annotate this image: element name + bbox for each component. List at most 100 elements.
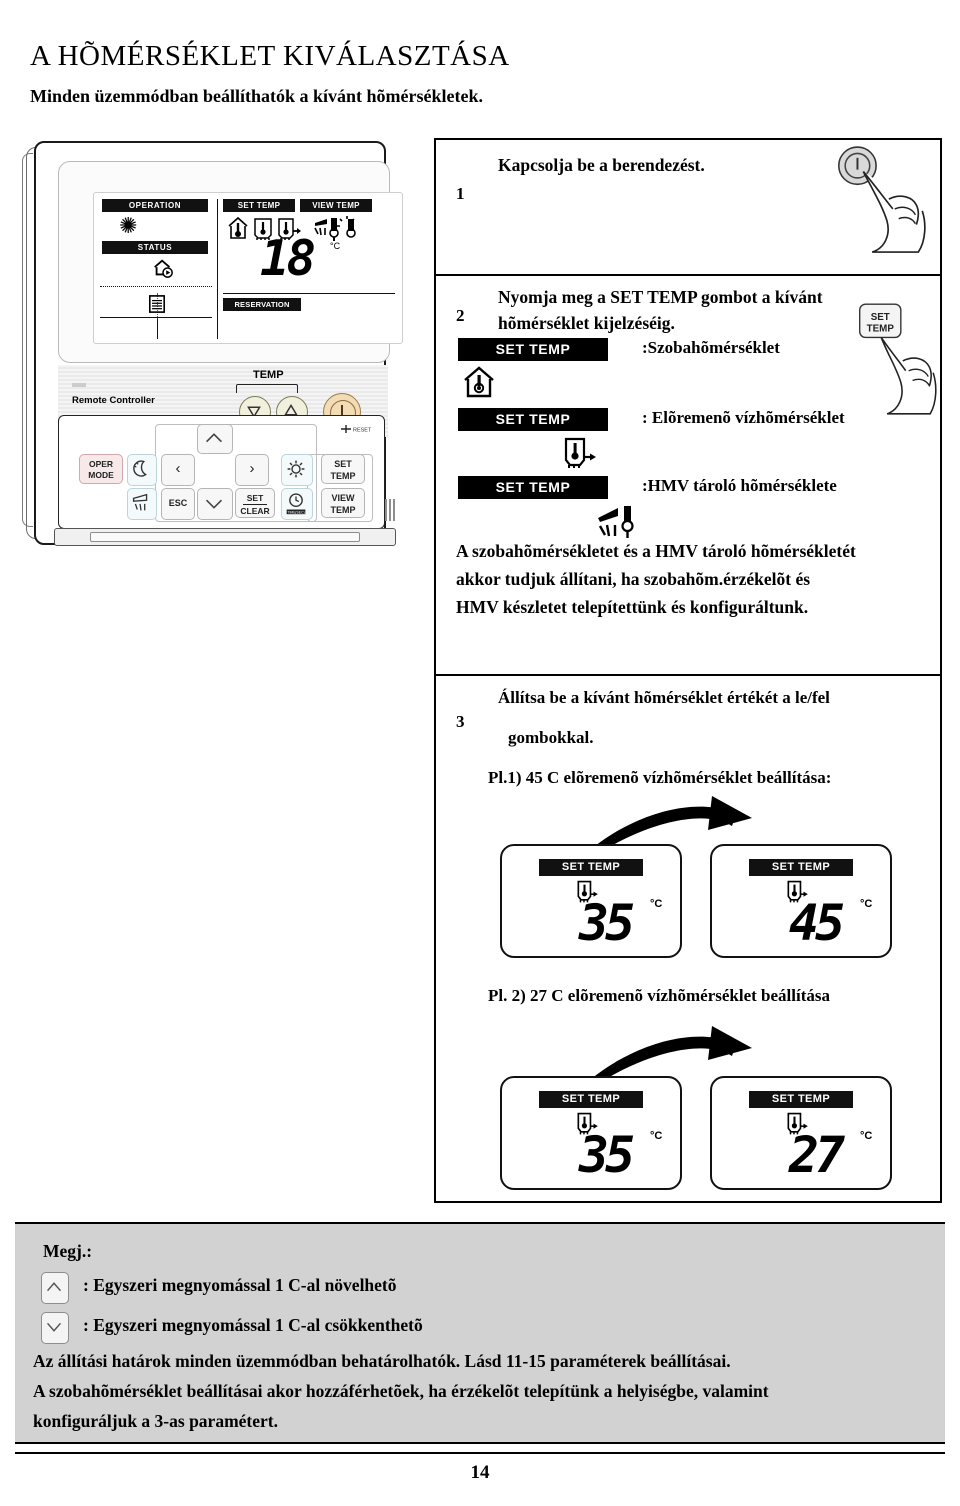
lcd-reservation-label: RESERVATION	[223, 298, 301, 311]
step-2-row: 2 Nyomja meg a SET TEMP gombot a kívánt …	[436, 276, 940, 676]
chevron-up-icon[interactable]	[41, 1272, 69, 1304]
example-1-after-bar: SET TEMP	[749, 859, 853, 876]
hot-water-button[interactable]	[127, 488, 157, 520]
right-button[interactable]: ›	[235, 454, 269, 486]
set-temp-label-2: TEMP	[330, 471, 356, 481]
set-temp-badge-room: SET TEMP	[458, 338, 608, 361]
keypad: RESET OPER MODE ‹ ESC › SET CLEAR TIME(S…	[58, 415, 385, 529]
remote-display-housing: OPERATION ✺ STATUS SET TEMP VIEW TEMP °C…	[58, 161, 403, 363]
svg-text:SET: SET	[871, 312, 890, 323]
esc-button[interactable]: ESC	[161, 488, 195, 520]
water-temp-desc: : Elõremenõ vízhõmérséklet	[642, 408, 845, 427]
speaker-slot	[72, 383, 86, 387]
outgoing-water-thermometer-icon	[560, 436, 600, 470]
step-3-number: 3	[456, 712, 465, 731]
step-2-footnote-line2: akkor tudjuk állítani, ha szobahõm.érzék…	[456, 569, 811, 589]
svg-text:TEMP: TEMP	[867, 324, 895, 335]
notes-title: Megj.:	[43, 1241, 93, 1261]
set-temp-button-press-icon: SET TEMP	[846, 294, 940, 422]
notes-panel: Megj.: : Egyszeri megnyomással 1 C-al nö…	[15, 1222, 945, 1444]
example-1-caption: Pl.1) 45 C elõremenõ vízhõmérséklet beál…	[488, 768, 832, 787]
right-icon: ›	[249, 460, 255, 477]
left-icon: ‹	[175, 460, 181, 477]
settings-button[interactable]	[281, 454, 313, 486]
notes-line-3: konfiguráljuk a 3-as paramétert.	[33, 1411, 278, 1431]
example-1-before-display: SET TEMP 35 °C	[500, 844, 682, 958]
reset-icon[interactable]: RESET	[339, 424, 379, 434]
step-2-text-line1: Nyomja meg a SET TEMP gombot a kívánt	[498, 287, 823, 307]
left-button[interactable]: ‹	[161, 454, 195, 486]
notes-down-text: : Egyszeri megnyomással 1 C-al csökkenth…	[83, 1315, 423, 1335]
example-1-before-bar: SET TEMP	[539, 859, 643, 876]
set-temp-badge-water: SET TEMP	[458, 408, 608, 431]
example-2-before-value: 35	[578, 1126, 635, 1184]
example-2-before-bar: SET TEMP	[539, 1091, 643, 1108]
lcd-operation-label: OPERATION	[102, 199, 208, 212]
notes-line-1: Az állítási határok minden üzemmódban be…	[33, 1351, 731, 1371]
page-number: 14	[470, 1462, 490, 1483]
example-2-after-display: SET TEMP 27 °C	[710, 1076, 892, 1190]
power-button-press-icon	[828, 144, 936, 262]
down-button[interactable]	[197, 488, 233, 520]
example-1-after-display: SET TEMP 45 °C	[710, 844, 892, 958]
esc-label: ESC	[168, 498, 188, 508]
set-clear-button[interactable]: SET CLEAR	[235, 488, 275, 518]
step-1-text: Kapcsolja be a berendezést.	[498, 155, 705, 175]
step-1-row: 1 Kapcsolja be a berendezést.	[436, 140, 940, 276]
svg-text:RESET: RESET	[353, 428, 372, 434]
lcd-divider-lower	[100, 317, 212, 318]
room-temp-desc: :Szobahõmérséklet	[642, 338, 780, 357]
lcd-unit-label: °C	[330, 241, 341, 251]
example-2-after-bar: SET TEMP	[749, 1091, 853, 1108]
example-1-before-unit: °C	[650, 898, 663, 910]
step-3-row: 3 Állítsa be a kívánt hõmérséklet értéké…	[436, 676, 940, 1201]
oper-mode-label-2: MODE	[88, 470, 114, 480]
snowflake-icon: ✺	[119, 213, 138, 238]
lcd-temperature-value: 18	[260, 230, 316, 287]
lcd-divider-vertical	[217, 199, 218, 339]
step-3-text-line2: gombokkal.	[508, 728, 594, 747]
up-button[interactable]	[197, 424, 233, 454]
steps-panel: 1 Kapcsolja be a berendezést. 2 Nyomja m…	[434, 138, 942, 1203]
vent-slots	[385, 499, 397, 521]
manual-page: A HÕMÉRSÉKLET KIVÁLASZTÁSA Minden üzemmó…	[0, 0, 960, 1506]
step-2-footnote-line1: A szobahõmérsékletet és a HMV tároló hõm…	[456, 541, 856, 561]
set-temp-label-1: SET	[334, 459, 352, 469]
example-1-after-unit: °C	[860, 898, 873, 910]
timer-button[interactable]: TIME(SEC)	[281, 488, 313, 520]
remote-controller-illustration: OPERATION ✺ STATUS SET TEMP VIEW TEMP °C…	[22, 133, 403, 548]
step-1-number: 1	[456, 184, 465, 203]
set-temp-badge-dhw: SET TEMP	[458, 476, 608, 499]
lcd-divider-right	[223, 293, 395, 294]
svg-text:TIME(SEC): TIME(SEC)	[287, 510, 304, 514]
step-2-text-line2: hõmérséklet kijelzéséig.	[498, 313, 675, 333]
example-1-after-value: 45	[788, 894, 845, 952]
temp-group-brace	[236, 384, 298, 393]
footer-rule	[15, 1452, 945, 1454]
device-label: Remote Controller	[72, 395, 155, 406]
remote-keypad-area: RESET OPER MODE ‹ ESC › SET CLEAR TIME(S…	[48, 415, 396, 533]
step-3-text-line1: Állítsa be a kívánt hõmérséklet értékét …	[498, 688, 830, 707]
remote-body: OPERATION ✺ STATUS SET TEMP VIEW TEMP °C…	[34, 141, 403, 546]
lcd-set-temp-label: SET TEMP	[223, 199, 295, 212]
example-2-after-value: 27	[788, 1126, 845, 1184]
view-temp-label-2: TEMP	[330, 505, 356, 515]
oper-mode-button[interactable]: OPER MODE	[79, 454, 123, 484]
view-temp-button[interactable]: VIEW TEMP	[321, 488, 365, 518]
example-2-before-display: SET TEMP 35 °C	[500, 1076, 682, 1190]
shower-thermometer-icon	[596, 504, 642, 540]
view-temp-label-1: VIEW	[331, 493, 355, 503]
example-2-after-unit: °C	[860, 1130, 873, 1142]
clear-label: CLEAR	[240, 506, 270, 516]
notes-line-2: A szobahõmérséklet beállításai akor hozz…	[33, 1381, 769, 1401]
example-1-before-value: 35	[578, 894, 635, 952]
house-thermometer-icon	[462, 366, 496, 398]
chevron-down-icon[interactable]	[41, 1312, 69, 1344]
night-mode-button[interactable]	[127, 454, 157, 486]
page-subtitle: Minden üzemmódban beállíthatók a kívánt …	[30, 86, 484, 106]
set-temp-button[interactable]: SET TEMP	[321, 454, 365, 484]
temp-group-label: TEMP	[253, 369, 284, 381]
oper-mode-label-1: OPER	[88, 459, 114, 469]
calendar-icon	[148, 294, 166, 314]
lcd-divider-col-solid	[157, 319, 158, 339]
